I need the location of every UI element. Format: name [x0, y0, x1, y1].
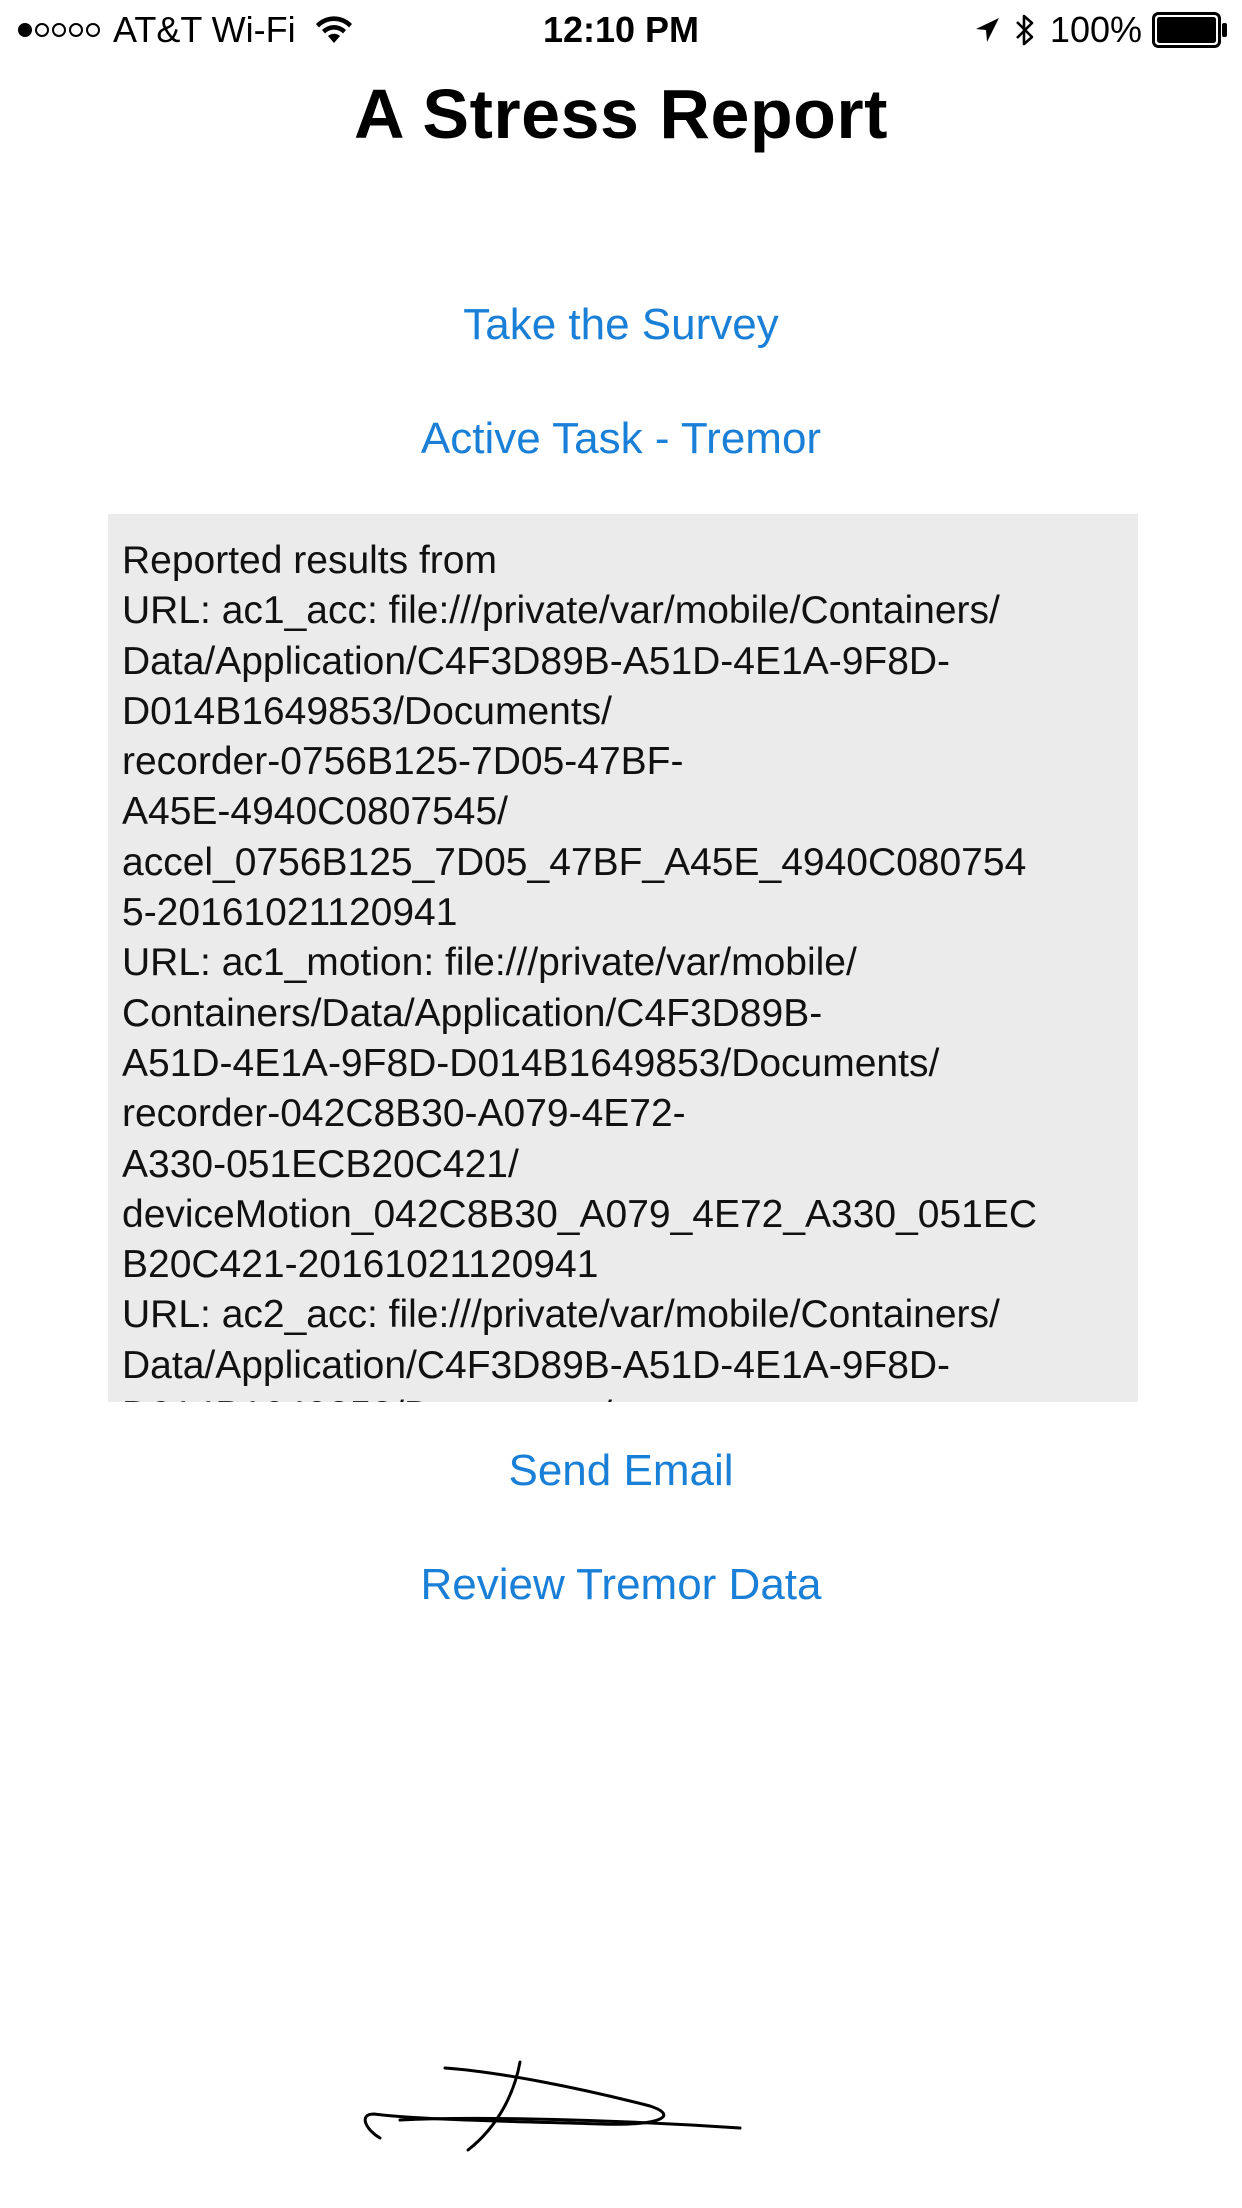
signature-drawing: [363, 2060, 742, 2152]
battery-icon: [1152, 12, 1227, 48]
take-survey-button[interactable]: Take the Survey: [0, 300, 1242, 350]
send-email-button[interactable]: Send Email: [0, 1446, 1242, 1496]
battery-percent: 100%: [1049, 9, 1142, 50]
page-title: A Stress Report: [354, 75, 888, 153]
status-bar: AT&T Wi-Fi 12:10 PM 100%: [0, 0, 1242, 60]
bluetooth-icon: [1016, 14, 1034, 46]
status-right: 100%: [974, 8, 1228, 52]
results-text-view[interactable]: Reported results from URL: ac1_acc: file…: [108, 514, 1138, 1402]
active-task-tremor-button[interactable]: Active Task - Tremor: [0, 414, 1242, 464]
review-tremor-data-button[interactable]: Review Tremor Data: [0, 1560, 1242, 1610]
location-arrow-icon: [975, 18, 999, 42]
results-text: Reported results from URL: ac1_acc: file…: [122, 539, 1038, 1402]
